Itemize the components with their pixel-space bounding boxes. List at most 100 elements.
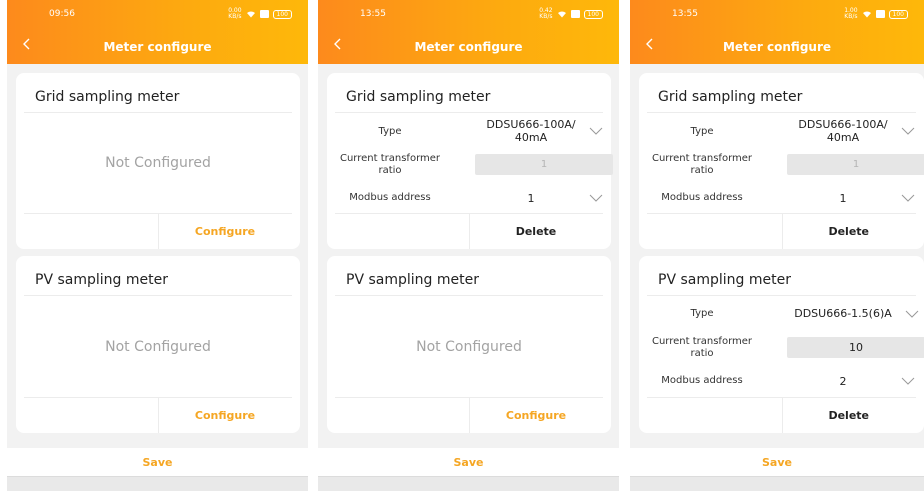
status-time: 09:56 (49, 9, 75, 19)
save-button[interactable]: Save (7, 448, 308, 476)
card-title: PV sampling meter (35, 272, 168, 288)
configure-button[interactable]: Configure (469, 398, 603, 433)
screen-1: 09:56 0.00 KB/s 100 Meter configure Grid… (7, 0, 308, 491)
type-row[interactable]: Type DDSU666-100A/ 40mA (647, 117, 924, 145)
configure-button[interactable]: Configure (158, 398, 292, 433)
card-actions: Configure (24, 397, 292, 433)
ct-ratio-row: Current transformer ratio 1 (335, 153, 613, 181)
status-icons: 1.00 KB/s 100 (844, 8, 908, 20)
divider (647, 295, 916, 296)
header: 09:56 0.00 KB/s 100 Meter configure (7, 0, 308, 64)
sim-icon (570, 10, 580, 18)
card-title: Grid sampling meter (346, 89, 491, 105)
card-title: PV sampling meter (658, 272, 791, 288)
type-row[interactable]: Type DDSU666-1.5(6)A (647, 304, 924, 324)
not-configured-text: Not Configured (416, 339, 522, 355)
page-title: Meter configure (103, 40, 212, 54)
pv-meter-card: PV sampling meter Not Configured Configu… (327, 256, 611, 433)
pv-meter-card: PV sampling meter Type DDSU666-1.5(6)A C… (639, 256, 924, 433)
card-title: Grid sampling meter (658, 89, 803, 105)
ct-ratio-field[interactable]: 1 (787, 154, 924, 175)
ct-ratio-field[interactable]: 1 (475, 154, 613, 175)
modbus-value: 1 (839, 192, 847, 205)
screens-collage: 09:56 0.00 KB/s 100 Meter configure Grid… (0, 0, 924, 491)
not-configured-text: Not Configured (105, 339, 211, 355)
chevron-down-icon[interactable] (901, 194, 915, 202)
modbus-value: 2 (839, 375, 847, 388)
modbus-value: 1 (527, 192, 535, 205)
divider (647, 112, 916, 113)
bottom-bar (318, 477, 619, 491)
card-actions: Delete (647, 213, 916, 249)
divider (24, 112, 292, 113)
type-value: DDSU666-1.5(6)A (794, 307, 892, 320)
ct-ratio-label: Current transformer ratio (651, 153, 753, 176)
grid-meter-card: Grid sampling meter Type DDSU666-100A/ 4… (327, 73, 613, 249)
divider (24, 295, 292, 296)
sim-icon (259, 10, 269, 18)
ct-ratio-field[interactable]: 10 (787, 337, 924, 358)
card-actions: Delete (335, 213, 603, 249)
status-icons: 0.00 KB/s 100 (228, 8, 292, 20)
card-actions: Delete (647, 397, 916, 433)
page-title: Meter configure (722, 40, 832, 54)
type-label: Type (690, 308, 714, 319)
modbus-label: Modbus address (661, 375, 743, 386)
modbus-label: Modbus address (661, 192, 743, 203)
modbus-row[interactable]: Modbus address 1 (335, 188, 611, 210)
header: 13:55 1.00 KB/s 100 Meter configure (630, 0, 924, 64)
chevron-down-icon[interactable] (901, 377, 915, 385)
network-speed: 0.42 KB/s (539, 7, 553, 20)
wifi-icon (246, 11, 255, 18)
ct-ratio-label: Current transformer ratio (651, 336, 753, 359)
card-actions: Configure (335, 397, 603, 433)
modbus-label: Modbus address (349, 192, 431, 203)
battery-icon: 100 (583, 9, 603, 19)
status-time: 13:55 (360, 9, 386, 19)
delete-button[interactable]: Delete (782, 398, 917, 433)
screen-2: 13:55 0.42 KB/s 100 Meter configure Grid… (318, 0, 619, 491)
battery-icon: 100 (272, 9, 292, 19)
divider (335, 295, 603, 296)
type-row[interactable]: Type DDSU666-100A/ 40mA (335, 117, 611, 145)
page-title: Meter configure (414, 40, 523, 54)
ct-ratio-row: Current transformer ratio 10 (647, 336, 924, 364)
save-button[interactable]: Save (318, 448, 619, 476)
type-label: Type (378, 126, 402, 137)
pv-meter-card: PV sampling meter Not Configured Configu… (16, 256, 300, 433)
chevron-down-icon[interactable] (901, 127, 915, 135)
header: 13:55 0.42 KB/s 100 Meter configure (318, 0, 619, 64)
status-time: 13:55 (672, 9, 698, 19)
bottom-bar (7, 477, 308, 491)
network-speed: 0.00 KB/s (228, 7, 242, 20)
delete-button[interactable]: Delete (782, 214, 917, 249)
wifi-icon (862, 11, 871, 18)
chevron-down-icon[interactable] (589, 194, 603, 202)
chevron-down-icon[interactable] (905, 310, 919, 318)
card-title: Grid sampling meter (35, 89, 180, 105)
wifi-icon (557, 11, 566, 18)
card-actions: Configure (24, 213, 292, 249)
grid-meter-card: Grid sampling meter Type DDSU666-100A/ 4… (639, 73, 924, 249)
bottom-bar (630, 477, 924, 491)
grid-meter-card: Grid sampling meter Not Configured Confi… (16, 73, 300, 249)
sim-icon (875, 10, 885, 18)
modbus-row[interactable]: Modbus address 2 (647, 371, 924, 393)
delete-button[interactable]: Delete (469, 214, 603, 249)
battery-icon: 100 (888, 9, 908, 19)
screen-3: 13:55 1.00 KB/s 100 Meter configure Grid… (630, 0, 924, 491)
configure-button[interactable]: Configure (158, 214, 292, 249)
network-speed: 1.00 KB/s (844, 7, 858, 20)
chevron-down-icon[interactable] (589, 127, 603, 135)
status-icons: 0.42 KB/s 100 (539, 8, 603, 20)
type-value: DDSU666-100A/ 40mA (486, 118, 576, 144)
modbus-row[interactable]: Modbus address 1 (647, 188, 924, 210)
not-configured-text: Not Configured (105, 155, 211, 171)
type-value: DDSU666-100A/ 40mA (798, 118, 888, 144)
type-label: Type (690, 126, 714, 137)
divider (335, 112, 603, 113)
ct-ratio-label: Current transformer ratio (339, 153, 441, 176)
card-title: PV sampling meter (346, 272, 479, 288)
save-button[interactable]: Save (630, 448, 924, 476)
ct-ratio-row: Current transformer ratio 1 (647, 153, 924, 181)
